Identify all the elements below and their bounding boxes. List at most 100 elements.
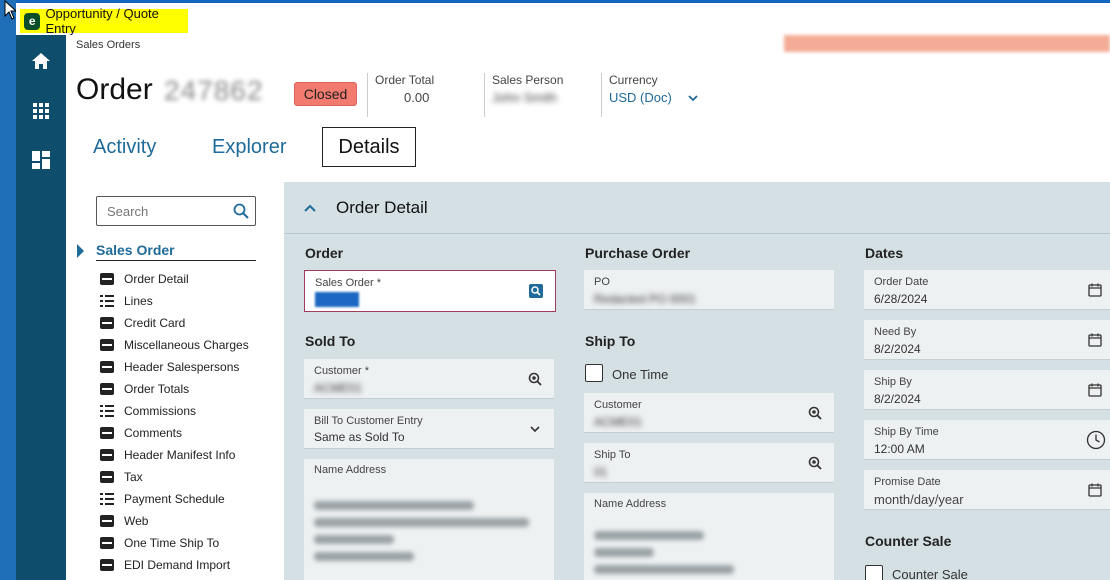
promise-date-placeholder[interactable]: month/day/year <box>874 492 964 507</box>
search-icon[interactable] <box>233 203 249 219</box>
lookup-search-icon[interactable] <box>529 284 543 298</box>
ship-to-customer-field[interactable]: Customer ACME01 <box>584 393 834 433</box>
section-nav-item[interactable]: Web <box>100 510 249 532</box>
tab-details[interactable]: Details <box>322 127 416 167</box>
po-field[interactable]: PO Redacted PO 0001 <box>584 270 834 310</box>
clock-icon[interactable] <box>1086 430 1106 450</box>
counter-sale-heading: Counter Sale <box>865 533 952 549</box>
chevron-down-icon[interactable] <box>528 422 542 436</box>
section-nav-label: Miscellaneous Charges <box>124 338 249 352</box>
order-detail-title: Order Detail <box>336 198 428 217</box>
apps-grid-icon[interactable] <box>31 101 51 121</box>
card-icon <box>100 317 114 329</box>
calendar-icon[interactable] <box>1088 383 1102 397</box>
nav-rail <box>16 35 66 580</box>
need-by-value[interactable]: 8/2/2024 <box>874 342 921 356</box>
tab-explorer[interactable]: Explorer <box>212 127 286 167</box>
sales-order-value[interactable] <box>315 292 359 307</box>
main-content: Sales Orders Order 247862 Closed Order T… <box>66 35 1110 580</box>
bill-to-select[interactable]: Bill To Customer Entry Same as Sold To <box>304 409 554 449</box>
customer-value[interactable]: ACME01 <box>314 381 362 395</box>
section-nav-item[interactable]: Tax <box>100 466 249 488</box>
section-nav-label: Comments <box>124 426 183 440</box>
order-detail-header[interactable]: Order Detail <box>284 182 1110 234</box>
section-nav-item[interactable]: Comments <box>100 422 249 444</box>
order-number: 247862 <box>164 75 264 106</box>
section-nav-item[interactable]: One Time Ship To <box>100 532 249 554</box>
bill-to-value[interactable]: Same as Sold To <box>314 430 405 444</box>
need-by-field[interactable]: Need By 8/2/2024 <box>864 320 1110 360</box>
calendar-icon[interactable] <box>1088 283 1102 297</box>
tab-activity[interactable]: Activity <box>93 127 156 167</box>
ship-to-value[interactable]: 01 <box>594 465 607 479</box>
promise-date-field[interactable]: Promise Date month/day/year <box>864 470 1110 510</box>
home-icon[interactable] <box>31 51 51 71</box>
lookup-search-icon[interactable] <box>808 406 822 420</box>
one-time-label: One Time <box>612 367 669 382</box>
search-input[interactable] <box>97 197 227 225</box>
order-detail-panel: Order Detail Order Sales Order * Sold To… <box>284 182 1110 580</box>
ship-to-name-address[interactable] <box>584 513 834 580</box>
counter-sale-label: Counter Sale <box>892 567 968 580</box>
section-nav-item[interactable]: Lines <box>100 290 249 312</box>
chevron-down-icon[interactable] <box>686 91 700 105</box>
list-icon <box>100 295 114 307</box>
section-nav-item[interactable]: EDI Demand Import <box>100 554 249 576</box>
card-icon <box>100 383 114 395</box>
salesperson-value: John Smith <box>492 90 558 105</box>
ship-by-value[interactable]: 8/2/2024 <box>874 392 921 406</box>
section-nav-item[interactable]: Miscellaneous Charges <box>100 334 249 356</box>
redacted-header-bar <box>784 35 1110 52</box>
section-nav-label: EDI Demand Import <box>124 558 231 572</box>
page-title: Order <box>76 73 153 106</box>
ship-by-time-value[interactable]: 12:00 AM <box>874 442 925 456</box>
section-nav-list: Order Detail Lines Credit Card Miscellaneou… <box>100 268 249 576</box>
search-box[interactable] <box>96 196 256 226</box>
section-nav-label: Web <box>124 514 149 528</box>
section-caret-icon <box>77 244 84 258</box>
ship-customer-value[interactable]: ACME01 <box>594 415 642 429</box>
sold-to-heading: Sold To <box>305 333 356 349</box>
section-nav-item[interactable]: Commissions <box>100 400 249 422</box>
one-time-checkbox[interactable] <box>585 364 603 382</box>
section-nav-item[interactable]: Order Totals <box>100 378 249 400</box>
calendar-icon[interactable] <box>1088 483 1102 497</box>
salesperson-label: Sales Person <box>492 73 564 87</box>
po-value[interactable]: Redacted PO 0001 <box>594 292 696 306</box>
ship-by-label: Ship By <box>874 376 912 388</box>
sales-order-label: Sales Order * <box>315 277 382 289</box>
section-nav-item[interactable]: Header Salespersons <box>100 356 249 378</box>
sales-order-field[interactable]: Sales Order * <box>304 270 556 312</box>
currency-value[interactable]: USD (Doc) <box>609 90 672 105</box>
breadcrumb[interactable]: Sales Orders <box>76 39 140 51</box>
section-nav-item[interactable]: Payment Schedule <box>100 488 249 510</box>
window-titlebar: e Opportunity / Quote Entry <box>16 0 1110 36</box>
lookup-search-icon[interactable] <box>808 456 822 470</box>
dates-heading: Dates <box>865 245 904 261</box>
card-icon <box>100 427 114 439</box>
card-icon <box>100 339 114 351</box>
section-nav-item[interactable]: Header Manifest Info <box>100 444 249 466</box>
section-nav-item[interactable]: Credit Card <box>100 312 249 334</box>
sold-to-customer-field[interactable]: Customer * ACME01 <box>304 359 554 399</box>
ship-by-time-field[interactable]: Ship By Time 12:00 AM <box>864 420 1110 460</box>
sold-to-name-address[interactable] <box>304 479 554 580</box>
section-nav-label: Tax <box>124 470 143 484</box>
section-nav-label: Lines <box>124 294 153 308</box>
counter-sale-checkbox[interactable] <box>865 565 883 580</box>
lookup-search-icon[interactable] <box>528 372 542 386</box>
order-date-field[interactable]: Order Date 6/28/2024 <box>864 270 1110 310</box>
section-title-sales-order[interactable]: Sales Order <box>96 242 256 261</box>
currency-field[interactable]: Currency USD (Doc) <box>601 73 672 117</box>
dashboard-icon[interactable] <box>31 150 51 170</box>
salesperson-field: Sales Person John Smith <box>484 73 563 117</box>
chevron-up-icon[interactable] <box>302 201 318 215</box>
section-nav-item[interactable]: Order Detail <box>100 268 249 290</box>
order-total-label: Order Total <box>375 73 435 87</box>
calendar-icon[interactable] <box>1088 333 1102 347</box>
ship-by-field[interactable]: Ship By 8/2/2024 <box>864 370 1110 410</box>
promise-date-label: Promise Date <box>874 476 941 488</box>
ship-to-field[interactable]: Ship To 01 <box>584 443 834 483</box>
card-icon <box>100 559 114 571</box>
order-date-value[interactable]: 6/28/2024 <box>874 292 927 306</box>
